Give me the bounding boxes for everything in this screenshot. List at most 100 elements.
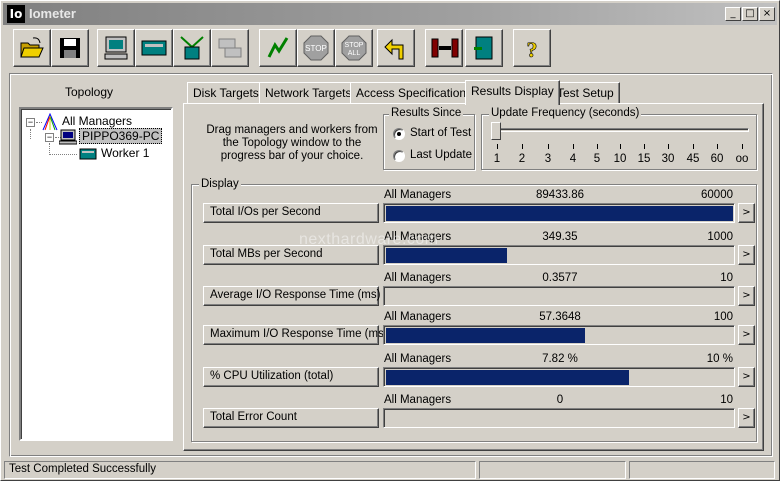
open-folder-button[interactable] (13, 29, 51, 67)
iometer-window: Io Iometer _ □ × STOP STOP ALL ? Topolog… (0, 0, 780, 481)
manager-computer-icon (59, 129, 77, 145)
stop-all-text-bottom: ALL (348, 50, 361, 57)
total-mbs-per-second-bar-fill (386, 248, 507, 263)
exit-icon (431, 38, 459, 58)
tick-label: 1 (493, 153, 501, 165)
collapse-all-managers-toggle[interactable]: − (26, 118, 35, 127)
tick-label: 30 (661, 153, 675, 165)
worker-icon (79, 148, 97, 160)
cpu-utilization-bar[interactable] (383, 367, 735, 387)
stop-test-button[interactable]: STOP (297, 29, 335, 67)
maximum-io-response-time-more-button[interactable]: > (738, 325, 755, 345)
toolbar: STOP STOP ALL ? (5, 27, 775, 69)
total-ios-per-second-value: 89433.86 (536, 189, 584, 201)
tab-disk-targets[interactable]: Disk Targets (187, 82, 265, 104)
tick-label: 2 (518, 153, 526, 165)
tick-mark (497, 144, 498, 149)
maximum-io-response-time-button[interactable]: Maximum I/O Response Time (ms) (203, 325, 388, 345)
update-frequency-track[interactable] (495, 128, 749, 132)
status-message: Test Completed Successfully (4, 461, 476, 479)
about-button[interactable]: ? (513, 29, 551, 67)
reset-workers-button[interactable] (377, 29, 415, 67)
tick-mark (597, 144, 598, 149)
all-managers-icon (42, 113, 58, 131)
update-frequency-slider[interactable] (491, 122, 501, 140)
total-ios-per-second-source: All Managers (384, 189, 452, 201)
open-folder-icon (20, 37, 44, 58)
total-ios-per-second-more-button[interactable]: > (738, 203, 755, 223)
maximum-io-response-time-max: 100 (713, 311, 733, 323)
tick-mark (644, 144, 645, 149)
reset-workers-icon (384, 38, 404, 60)
total-error-count-max: 10 (720, 394, 733, 406)
tick-label: 60 (710, 153, 724, 165)
radio-last-update-label[interactable]: Last Update (410, 149, 472, 161)
close-button[interactable]: × (759, 7, 775, 21)
tick-mark (717, 144, 718, 149)
new-manager-button[interactable] (135, 29, 173, 67)
show-results-button[interactable] (97, 29, 135, 67)
tick-label: 5 (593, 153, 601, 165)
tick-mark (548, 144, 549, 149)
tree-node-all-managers[interactable]: All Managers (62, 114, 132, 128)
title-bar[interactable]: Io Iometer _ □ × (3, 3, 777, 25)
tick-label: 3 (544, 153, 552, 165)
radio-last-update[interactable] (393, 150, 405, 162)
stop-test-icon: STOP (303, 35, 329, 61)
total-error-count-bar[interactable] (383, 408, 735, 428)
display-title: Display (199, 178, 241, 190)
maximize-button[interactable]: □ (742, 7, 758, 21)
help-glyph: ? (527, 37, 538, 61)
average-io-response-time-more-button[interactable]: > (738, 286, 755, 306)
average-io-response-time-bar[interactable] (383, 286, 735, 306)
total-mbs-per-second-max: 1000 (707, 231, 733, 243)
cpu-utilization-button[interactable]: % CPU Utilization (total) (203, 367, 379, 387)
window-title: Iometer (29, 6, 76, 21)
average-io-response-time-source: All Managers (384, 272, 452, 284)
total-ios-per-second-max: 60000 (701, 189, 733, 201)
minimize-button[interactable]: _ (725, 7, 741, 21)
tick-mark (668, 144, 669, 149)
total-ios-per-second-bar[interactable] (383, 203, 735, 223)
tick-label: 15 (637, 153, 651, 165)
start-tests-button[interactable] (259, 29, 297, 67)
tree-node-worker[interactable]: Worker 1 (101, 146, 149, 160)
tab-network-targets[interactable]: Network Targets (259, 82, 358, 104)
tree-node-manager[interactable]: PIPPO369-PC (79, 128, 163, 144)
total-mbs-per-second-more-button[interactable]: > (738, 245, 755, 265)
new-disk-worker-button[interactable] (173, 29, 211, 67)
status-pane-3 (629, 461, 775, 479)
app-icon[interactable]: Io (7, 5, 25, 23)
tick-label: oo (735, 153, 749, 165)
average-io-response-time-button[interactable]: Average I/O Response Time (ms) (203, 286, 380, 306)
collapse-manager-toggle[interactable]: − (45, 133, 54, 142)
radio-start-of-test[interactable] (393, 128, 405, 140)
maximum-io-response-time-bar[interactable] (383, 325, 735, 345)
radio-start-of-test-label[interactable]: Start of Test (410, 127, 471, 139)
save-button[interactable] (51, 29, 89, 67)
total-error-count-more-button[interactable]: > (738, 408, 755, 428)
tick-label: 10 (613, 153, 627, 165)
total-error-count-value: 0 (556, 394, 564, 406)
total-error-count-source: All Managers (384, 394, 452, 406)
maximum-io-response-time-bar-fill (386, 328, 585, 343)
average-io-response-time-value: 0.3577 (542, 272, 578, 284)
total-ios-per-second-button[interactable]: Total I/Os per Second (203, 203, 379, 223)
average-io-response-time-max: 10 (720, 272, 733, 284)
cpu-utilization-more-button[interactable]: > (738, 367, 755, 387)
door-button[interactable] (465, 29, 503, 67)
tick-mark (693, 144, 694, 149)
topology-tree[interactable]: − All Managers − PIPPO369-PC Worker 1 (19, 107, 173, 441)
stop-all-text-top: STOP (345, 42, 364, 49)
tab-access-specifications[interactable]: Access Specifications (350, 82, 479, 104)
tab-test-setup[interactable]: Test Setup (551, 82, 620, 104)
tick-label: 4 (569, 153, 577, 165)
exit-button[interactable] (425, 29, 463, 67)
stop-all-button[interactable]: STOP ALL (335, 29, 373, 67)
drag-instructions: Drag managers and workers from the Topol… (206, 124, 378, 162)
total-error-count-button[interactable]: Total Error Count (203, 408, 379, 428)
update-frequency-title: Update Frequency (seconds) (489, 107, 642, 119)
tab-results-display[interactable]: Results Display (465, 80, 560, 105)
tick-label: 45 (686, 153, 700, 165)
new-network-worker-button[interactable] (211, 29, 249, 67)
